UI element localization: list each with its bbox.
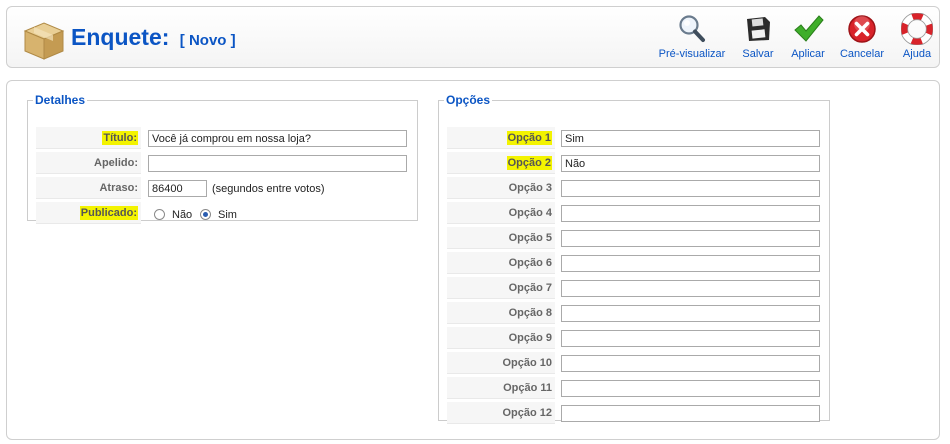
option-8-input[interactable] [561,305,820,322]
option-label: Opção 10 [447,352,555,374]
option-label: Opção 11 [447,377,555,399]
option-1-input[interactable] [561,130,820,147]
published-yes-radio[interactable] [200,209,211,220]
option-label: Opção 8 [447,302,555,324]
option-label: Opção 7 [447,277,555,299]
save-button[interactable]: Salvar [737,13,779,65]
main-panel: Detalhes Título: Apelido: Atraso: (segun… [6,80,940,440]
cancel-button-label: Cancelar [839,48,885,60]
published-no-label: Não [172,209,193,221]
option-11-input[interactable] [561,380,820,397]
cancel-icon [848,15,876,43]
options-legend: Opções [446,93,491,107]
option-12-input[interactable] [561,405,820,422]
option-label: Opção 5 [447,227,555,249]
published-yes-label: Sim [218,209,237,221]
checkmark-icon [794,15,824,42]
floppy-disk-icon [747,17,770,41]
option-9-input[interactable] [561,330,820,347]
title-label: Título: [36,127,141,149]
option-label: Opção 12 [447,402,555,424]
details-fieldset: Detalhes Título: Apelido: Atraso: (segun… [27,93,418,224]
option-7-input[interactable] [561,280,820,297]
save-button-label: Salvar [742,48,774,60]
lifebuoy-icon [901,13,933,45]
option-label: Opção 3 [447,177,555,199]
page-title-text: Enquete: [71,24,170,50]
option-label: Opção 4 [447,202,555,224]
help-button-label: Ajuda [902,48,932,60]
delay-input[interactable] [148,180,207,197]
help-button[interactable]: Ajuda [897,13,937,65]
page-title: Enquete: [ Novo ] [71,24,236,51]
option-label: Opção 1 [447,127,555,149]
option-2-input[interactable] [561,155,820,172]
delay-note: (segundos entre votos) [212,183,325,195]
magnifier-icon [679,15,705,42]
option-3-input[interactable] [561,180,820,197]
alias-input[interactable] [148,155,407,172]
title-input[interactable] [148,130,407,147]
option-label: Opção 9 [447,327,555,349]
preview-button[interactable]: Pré-visualizar [657,13,727,65]
option-6-input[interactable] [561,255,820,272]
option-10-input[interactable] [561,355,820,372]
option-label: Opção 6 [447,252,555,274]
package-box-icon [23,22,65,60]
details-legend: Detalhes [35,93,86,107]
apply-button-label: Aplicar [791,48,825,60]
apply-button[interactable]: Aplicar [788,13,828,65]
option-4-input[interactable] [561,205,820,222]
alias-label: Apelido: [36,152,141,174]
published-no-radio[interactable] [154,209,165,220]
option-label: Opção 2 [447,152,555,174]
preview-button-label: Pré-visualizar [658,48,726,60]
options-fieldset: Opções Opção 1 Opção 2 Opção 3 Opção 4 O… [438,93,830,424]
page-subtitle: [ Novo ] [179,32,236,49]
published-label: Publicado: [36,202,141,224]
cancel-button[interactable]: Cancelar [837,13,887,65]
option-5-input[interactable] [561,230,820,247]
toolbar: Enquete: [ Novo ] Pré-visualizar Salvar … [6,6,940,68]
delay-label: Atraso: [36,177,141,199]
